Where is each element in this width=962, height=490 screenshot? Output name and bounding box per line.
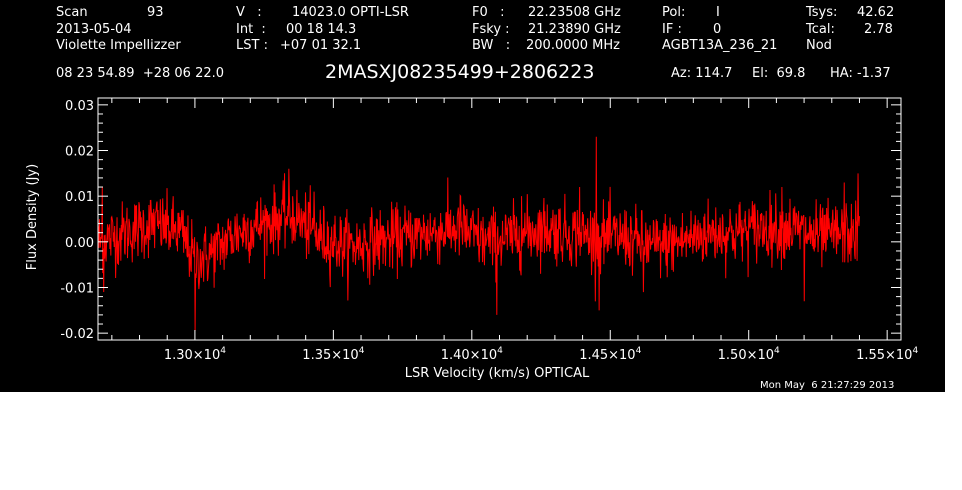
spectrum-plot-window: Scan 93 2013-05-04 Violette Impellizzer … <box>0 0 945 392</box>
x-tick-label: 1.55×104 <box>856 346 918 363</box>
x-tick-label: 1.35×104 <box>302 346 364 363</box>
x-tick-label: 1.50×104 <box>718 346 780 363</box>
y-tick-label: -0.01 <box>60 281 94 296</box>
y-axis-label: Flux Density (Jy) <box>25 164 40 270</box>
data-layer <box>97 136 860 331</box>
spectrum-chart: 0.03 0.02 0.01 0.00 -0.01 -0.02 1.30×104 1.35×1… <box>25 97 918 381</box>
x-tick-label: 1.40×104 <box>441 346 503 363</box>
plot-timestamp: Mon May 6 21:27:29 2013 <box>760 380 895 391</box>
y-tick-label: 0.00 <box>65 236 94 251</box>
x-tick-label: 1.45×104 <box>579 346 641 363</box>
spectrum-trace-0 <box>97 136 860 331</box>
y-tick-label: 0.01 <box>65 190 94 205</box>
y-tick-label: -0.02 <box>60 327 94 342</box>
y-tick-label: 0.03 <box>65 99 94 114</box>
x-axis-label: LSR Velocity (km/s) OPTICAL <box>405 366 590 381</box>
x-tick-label: 1.30×104 <box>164 346 226 363</box>
y-tick-label: 0.02 <box>65 145 94 160</box>
